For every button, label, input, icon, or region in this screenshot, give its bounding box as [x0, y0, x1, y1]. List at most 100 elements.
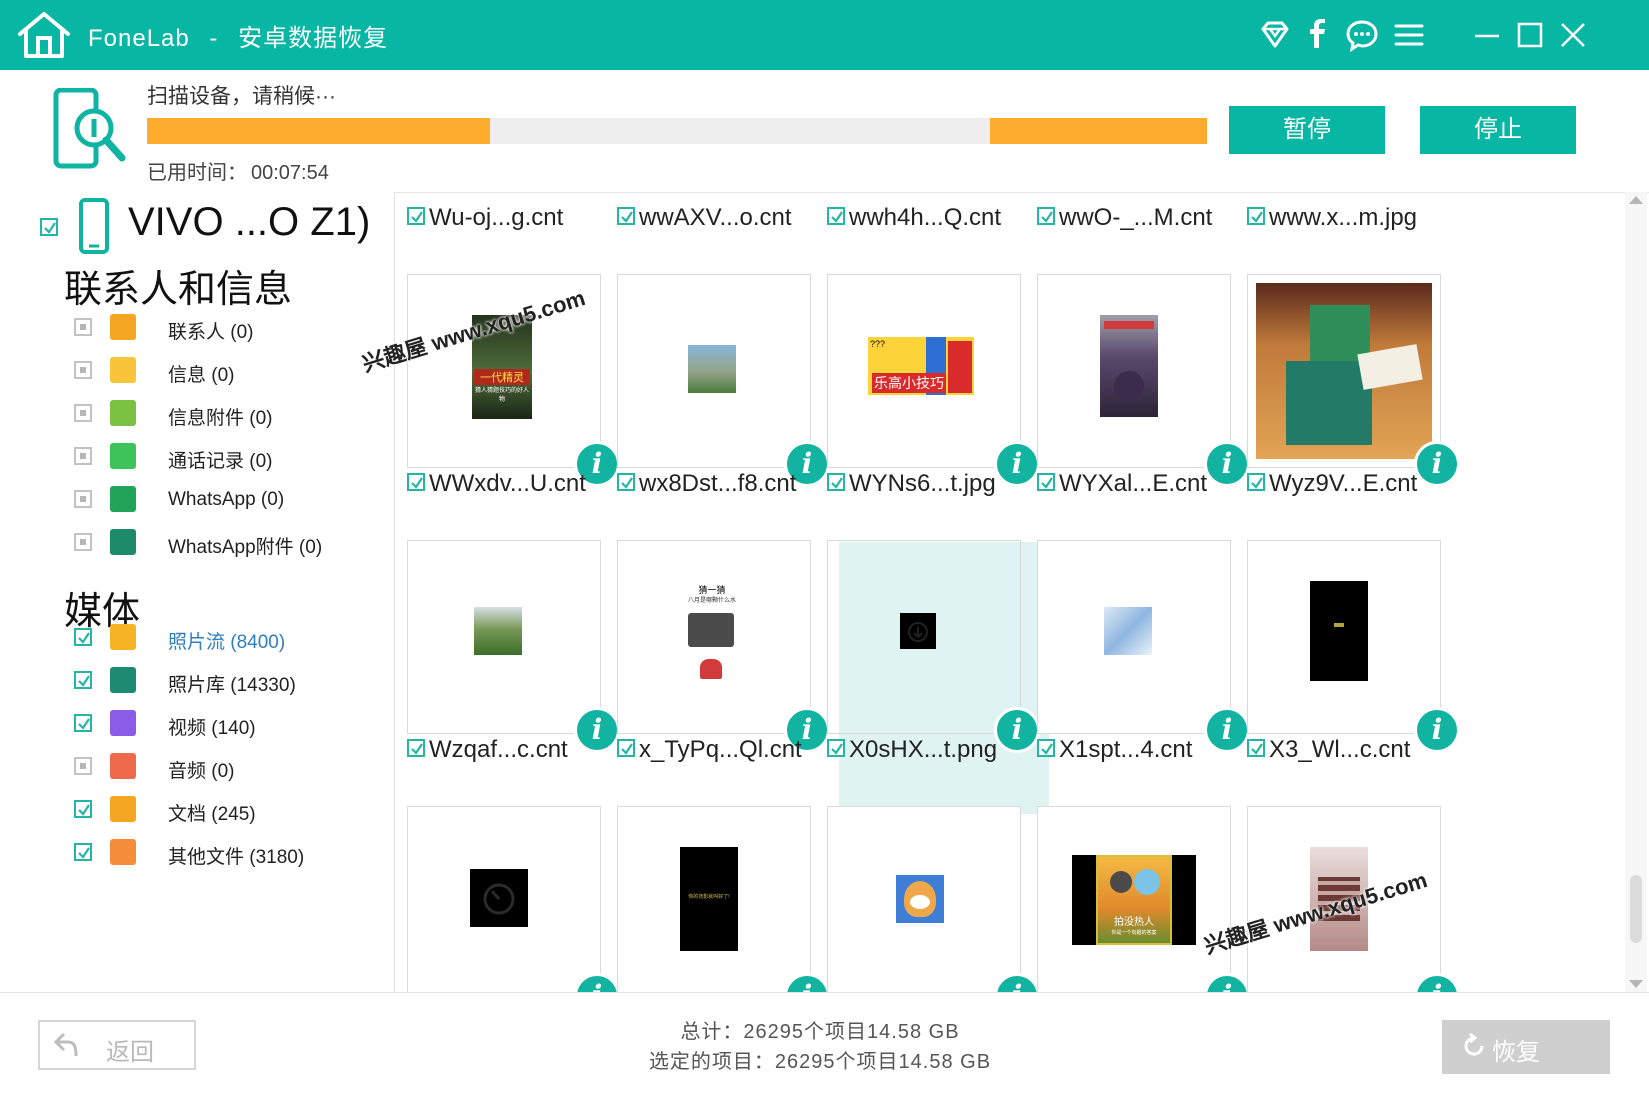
app-name: FoneLab [88, 25, 190, 52]
file-name-row[interactable]: WWxdv...U.cnt [407, 470, 586, 498]
file-checkbox[interactable] [407, 206, 425, 225]
category-checkbox[interactable] [74, 628, 92, 646]
category-checkbox[interactable] [74, 490, 92, 508]
file-thumbnail[interactable]: i [407, 806, 620, 992]
progress-segment-right [990, 118, 1207, 144]
file-name-row[interactable]: wwh4h...Q.cnt [827, 204, 1001, 232]
file-checkbox[interactable] [1247, 472, 1265, 491]
file-thumbnail[interactable]: 猜一猜 八月是哪颗什么水 i [617, 540, 830, 753]
category-checkbox[interactable] [74, 757, 92, 775]
info-icon[interactable]: i [1414, 707, 1460, 753]
file-thumbnail[interactable]: ??? 乐高小技巧 i [827, 274, 1040, 487]
sidebar-item[interactable]: 通话记录 (0) [72, 441, 372, 473]
scroll-up-arrow-icon[interactable] [1629, 196, 1643, 204]
file-checkbox[interactable] [617, 738, 635, 757]
category-checkbox[interactable] [74, 533, 92, 551]
sidebar-item[interactable]: WhatsApp (0) [72, 484, 372, 516]
file-checkbox[interactable] [827, 738, 845, 757]
sidebar-item[interactable]: 音频 (0) [72, 751, 372, 783]
sidebar-item[interactable]: 视频 (140) [72, 708, 372, 740]
pause-button[interactable]: 暂停 [1229, 106, 1385, 154]
file-name-row[interactable]: wx8Dst...f8.cnt [617, 470, 796, 498]
file-name-row[interactable]: WYNs6...t.jpg [827, 470, 996, 498]
category-checkbox[interactable] [74, 843, 92, 861]
file-checkbox[interactable] [1037, 472, 1055, 491]
file-name-row[interactable]: wwO-_...M.cnt [1037, 204, 1212, 232]
category-checkbox[interactable] [74, 361, 92, 379]
info-icon[interactable]: i [1204, 707, 1250, 753]
file-thumbnail[interactable]: i [1037, 274, 1250, 487]
maximize-icon[interactable] [1513, 18, 1547, 52]
category-checkbox[interactable] [74, 404, 92, 422]
file-checkbox[interactable] [1247, 206, 1265, 225]
sidebar-item[interactable]: 信息 (0) [72, 355, 372, 387]
thumb-caption: 乐高小技巧 [872, 373, 946, 393]
device-checkbox[interactable] [40, 218, 58, 236]
file-name-row[interactable]: x_TyPq...Ql.cnt [617, 736, 802, 764]
info-icon[interactable]: i [1204, 441, 1250, 487]
file-thumbnail[interactable]: i [827, 806, 1040, 992]
chat-icon[interactable] [1345, 18, 1379, 53]
home-icon[interactable] [14, 8, 74, 62]
file-checkbox[interactable] [827, 206, 845, 225]
file-thumbnail[interactable]: i [1247, 540, 1460, 753]
file-checkbox[interactable] [617, 206, 635, 225]
file-name-row[interactable]: Wyz9V...E.cnt [1247, 470, 1417, 498]
sidebar-item[interactable]: 照片流 (8400) [72, 622, 372, 654]
sidebar-item[interactable]: WhatsApp附件 (0) [72, 527, 372, 559]
device-name[interactable]: VIVO ...O Z1) [128, 200, 370, 245]
close-icon[interactable] [1556, 18, 1590, 52]
file-thumbnail[interactable]: 拍没热人 你是一个有趣的答案 i [1037, 806, 1250, 992]
file-checkbox[interactable] [1037, 206, 1055, 225]
file-checkbox[interactable] [617, 472, 635, 491]
minimize-icon[interactable] [1470, 18, 1504, 52]
info-icon[interactable]: i [1414, 973, 1460, 992]
file-thumbnail[interactable]: i [827, 540, 1040, 753]
facebook-icon[interactable] [1300, 18, 1334, 52]
stop-button[interactable]: 停止 [1420, 106, 1576, 154]
category-checkbox[interactable] [74, 447, 92, 465]
file-checkbox[interactable] [407, 738, 425, 757]
category-checkbox[interactable] [74, 714, 92, 732]
file-thumbnail[interactable]: 你的背影就叫好了! i [617, 806, 830, 992]
sidebar-item[interactable]: 其他文件 (3180) [72, 837, 372, 869]
info-icon[interactable]: i [574, 707, 620, 753]
category-checkbox[interactable] [74, 318, 92, 336]
file-thumbnail[interactable]: i [1247, 274, 1460, 487]
diamond-icon[interactable] [1258, 18, 1292, 52]
grid-scrollbar[interactable] [1625, 192, 1647, 992]
file-name-row[interactable]: X3_Wl...c.cnt [1247, 736, 1410, 764]
info-icon[interactable]: i [994, 441, 1040, 487]
info-icon[interactable]: i [574, 973, 620, 992]
info-icon[interactable]: i [1204, 973, 1250, 992]
recover-button[interactable]: 恢复 [1442, 1020, 1610, 1074]
file-name-row[interactable]: Wu-oj...g.cnt [407, 204, 563, 232]
info-icon[interactable]: i [994, 973, 1040, 992]
file-checkbox[interactable] [1247, 738, 1265, 757]
file-checkbox[interactable] [827, 472, 845, 491]
sidebar-item[interactable]: 文档 (245) [72, 794, 372, 826]
sidebar-item[interactable]: 联系人 (0) [72, 312, 372, 344]
file-thumbnail[interactable]: i [1037, 540, 1250, 753]
file-name-row[interactable]: Wzqaf...c.cnt [407, 736, 568, 764]
file-name-row[interactable]: X1spt...4.cnt [1037, 736, 1192, 764]
menu-icon[interactable] [1392, 18, 1426, 52]
file-checkbox[interactable] [1037, 738, 1055, 757]
file-name-row[interactable]: WYXal...E.cnt [1037, 470, 1207, 498]
file-thumbnail[interactable]: i [617, 274, 830, 487]
file-thumbnail[interactable]: i [407, 540, 620, 753]
sidebar-item[interactable]: 照片库 (14330) [72, 665, 372, 697]
info-icon[interactable]: i [994, 707, 1040, 753]
file-name-row[interactable]: X0sHX...t.png [827, 736, 997, 764]
category-checkbox[interactable] [74, 671, 92, 689]
back-button[interactable]: 返回 [38, 1020, 196, 1070]
info-icon[interactable]: i [784, 973, 830, 992]
sidebar-item[interactable]: 信息附件 (0) [72, 398, 372, 430]
file-checkbox[interactable] [407, 472, 425, 491]
category-checkbox[interactable] [74, 800, 92, 818]
scrollbar-thumb[interactable] [1630, 875, 1642, 943]
file-name-row[interactable]: wwAXV...o.cnt [617, 204, 792, 232]
scroll-down-arrow-icon[interactable] [1629, 980, 1643, 988]
file-name-row[interactable]: www.x...m.jpg [1247, 204, 1417, 232]
info-icon[interactable]: i [1414, 441, 1460, 487]
